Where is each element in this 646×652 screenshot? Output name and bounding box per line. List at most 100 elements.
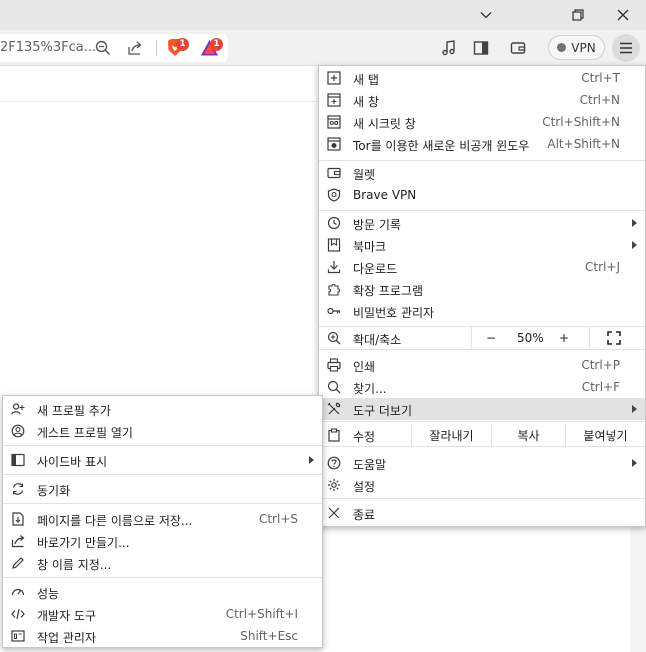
task-manager-icon xyxy=(11,629,25,643)
menu-item-print[interactable]: 인쇄 Ctrl+P xyxy=(319,354,645,376)
menu-item-password-manager[interactable]: 비밀번호 관리자 xyxy=(319,300,645,322)
music-note-icon xyxy=(442,40,455,56)
menu-separator xyxy=(319,446,645,447)
vpn-label: VPN xyxy=(571,40,596,55)
help-icon xyxy=(327,456,341,470)
menu-item-task-manager[interactable]: 작업 관리자 Shift+Esc xyxy=(3,625,322,647)
printer-icon xyxy=(327,358,341,372)
browser-toolbar: 2F135%3Fca... 1 1 VPN xyxy=(0,30,646,66)
menu-item-extensions[interactable]: 확장 프로그램 xyxy=(319,278,645,300)
fullscreen-button[interactable] xyxy=(607,331,621,345)
menu-separator xyxy=(319,210,645,211)
menu-item-shortcut: Ctrl+P xyxy=(581,358,620,372)
tor-window-icon xyxy=(327,137,341,151)
menu-item-shortcut: Ctrl+S xyxy=(258,512,298,526)
paste-button[interactable]: 붙여넣기 xyxy=(566,424,645,446)
zoom-divider xyxy=(589,327,590,349)
sync-icon xyxy=(11,482,25,496)
zoom-indicator-button[interactable] xyxy=(95,40,111,56)
wallet-button[interactable] xyxy=(510,40,526,56)
vpn-button[interactable]: VPN xyxy=(548,35,605,60)
cut-button[interactable]: 잘라내기 xyxy=(412,424,491,446)
menu-item-exit[interactable]: 종료 xyxy=(319,502,645,524)
menu-item-save-page[interactable]: 페이지를 다른 이름으로 저장... Ctrl+S xyxy=(3,508,322,530)
menu-item-guest-profile[interactable]: 게스트 프로필 열기 xyxy=(3,420,322,442)
menu-item-label: 성능 xyxy=(37,587,60,601)
menu-item-label: 개발자 도구 xyxy=(37,609,97,623)
menu-item-new-tab[interactable]: 새 탭 Ctrl+T xyxy=(319,67,645,89)
restore-button[interactable] xyxy=(555,0,601,30)
puzzle-icon xyxy=(327,282,341,296)
menu-item-label: Tor를 이용한 새로운 비공개 윈도우 xyxy=(353,139,530,153)
menu-item-more-tools[interactable]: 도구 더보기 xyxy=(319,398,645,420)
incognito-icon xyxy=(327,115,341,129)
zoom-divider xyxy=(471,327,472,349)
new-tab-icon xyxy=(327,71,341,85)
pencil-icon xyxy=(11,556,25,570)
submenu-arrow-icon xyxy=(632,241,637,249)
menu-separator xyxy=(3,445,322,446)
restore-icon xyxy=(572,9,584,21)
share-button[interactable] xyxy=(127,40,143,56)
menu-item-settings[interactable]: 설정 xyxy=(319,474,645,496)
main-menu-button[interactable] xyxy=(612,34,640,62)
menu-item-label: 도움말 xyxy=(353,458,387,472)
menu-item-shortcut: Ctrl+J xyxy=(585,260,620,274)
new-window-icon xyxy=(327,93,341,107)
menu-item-edit: 수정 잘라내기 복사 붙여넣기 xyxy=(319,424,645,446)
more-tools-submenu: 새 프로필 추가 게스트 프로필 열기 사이드바 표시 동기화 페이지를 다른 … xyxy=(2,395,323,648)
menu-separator xyxy=(319,160,645,161)
copy-button[interactable]: 복사 xyxy=(492,424,565,446)
menu-item-bookmarks[interactable]: 북마크 xyxy=(319,234,645,256)
url-text[interactable]: 2F135%3Fca... xyxy=(0,40,96,55)
menu-item-label: 찾기... xyxy=(353,382,387,396)
menu-item-new-tor-window[interactable]: Tor를 이용한 새로운 비공개 윈도우 Alt+Shift+N xyxy=(319,133,645,155)
save-page-icon xyxy=(11,512,25,526)
menu-item-downloads[interactable]: 다운로드 Ctrl+J xyxy=(319,256,645,278)
menu-item-dev-tools[interactable]: 개발자 도구 Ctrl+Shift+I xyxy=(3,603,322,625)
menu-item-new-window[interactable]: 새 창 Ctrl+N xyxy=(319,89,645,111)
menu-item-label: 새 창 xyxy=(353,95,379,109)
menu-item-performance[interactable]: 성능 xyxy=(3,581,322,603)
menu-separator xyxy=(3,577,322,578)
zoom-out-button[interactable]: − xyxy=(486,331,496,345)
address-bar[interactable]: 2F135%3Fca... xyxy=(0,34,228,62)
menu-item-brave-vpn[interactable]: Brave VPN xyxy=(319,184,645,206)
menu-item-sync[interactable]: 동기화 xyxy=(3,478,322,500)
menu-item-create-shortcut[interactable]: 바로가기 만들기... xyxy=(3,530,322,552)
sidebar-toggle-button[interactable] xyxy=(473,40,489,56)
menu-item-find[interactable]: 찾기... Ctrl+F xyxy=(319,376,645,398)
shortcut-icon xyxy=(11,534,25,548)
zoom-in-button[interactable]: + xyxy=(559,331,569,345)
menu-item-show-sidebar[interactable]: 사이드바 표시 xyxy=(3,449,322,471)
menu-item-help[interactable]: 도움말 xyxy=(319,452,645,474)
menu-item-wallet[interactable]: 월렛 xyxy=(319,162,645,184)
close-window-button[interactable] xyxy=(600,0,646,30)
menu-item-name-window[interactable]: 창 이름 지정... xyxy=(3,552,322,574)
menu-item-label: 도구 더보기 xyxy=(353,404,413,418)
close-icon xyxy=(327,506,341,520)
gear-icon xyxy=(327,478,341,492)
menu-item-label: 방문 기록 xyxy=(353,218,401,232)
menu-item-shortcut: Ctrl+Shift+I xyxy=(225,607,298,621)
menu-item-label: 새 시크릿 창 xyxy=(353,117,416,131)
share-icon xyxy=(128,41,142,55)
gauge-icon xyxy=(11,585,25,599)
menu-item-label: 인쇄 xyxy=(353,360,376,374)
menu-item-shortcut: Ctrl+N xyxy=(579,93,620,107)
search-icon xyxy=(327,380,341,394)
menu-separator xyxy=(3,503,322,504)
menu-item-label: 수정 xyxy=(353,430,376,444)
menu-item-shortcut: Ctrl+Shift+N xyxy=(542,115,620,129)
history-icon xyxy=(327,216,341,230)
menu-item-label: 사이드바 표시 xyxy=(37,455,108,469)
key-icon xyxy=(327,304,341,318)
download-icon xyxy=(327,260,341,274)
tab-search-button[interactable] xyxy=(463,0,509,30)
menu-item-history[interactable]: 방문 기록 xyxy=(319,212,645,234)
menu-item-label: 동기화 xyxy=(37,484,71,498)
media-button[interactable] xyxy=(441,40,457,56)
menu-item-add-profile[interactable]: 새 프로필 추가 xyxy=(3,398,322,420)
menu-item-new-incognito[interactable]: 새 시크릿 창 Ctrl+Shift+N xyxy=(319,111,645,133)
wallet-icon xyxy=(327,166,341,180)
